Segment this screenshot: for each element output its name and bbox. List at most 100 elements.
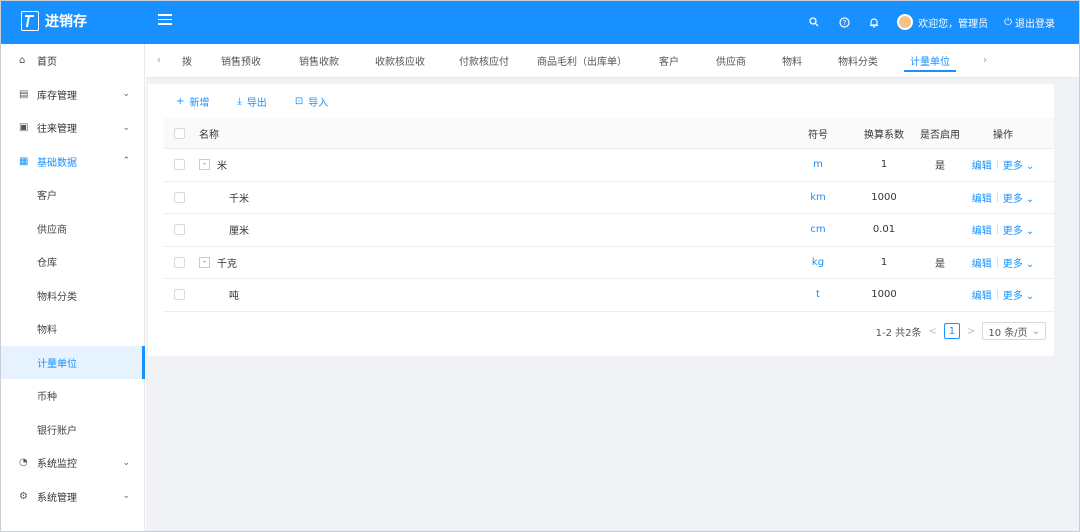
tab-item[interactable]: 物料 — [762, 44, 822, 78]
header-ops: 操作 — [993, 129, 1013, 141]
tab-item[interactable]: 拨 — [172, 44, 202, 78]
edit-link[interactable]: 编辑 — [972, 157, 992, 172]
divider — [996, 225, 998, 235]
sidebar-subitem[interactable]: 币种 — [1, 379, 144, 413]
more-label: 更多 — [1002, 226, 1023, 238]
cell-ops: 编辑 更多 ⌄ — [963, 255, 1043, 270]
help-icon[interactable]: ? — [837, 15, 851, 29]
more-link[interactable]: 更多 ⌄ — [1003, 255, 1035, 270]
more-link[interactable]: 更多 ⌄ — [1003, 157, 1035, 172]
import-button[interactable]: ⊡ 导入 — [295, 94, 328, 109]
prev-page-icon[interactable]: < — [929, 326, 937, 337]
more-link[interactable]: 更多 ⌄ — [1003, 287, 1035, 302]
row-checkbox[interactable] — [174, 159, 185, 171]
divider — [996, 257, 998, 267]
cell-name: -米 — [185, 157, 785, 172]
top-bar: 进销存 ? 欢迎您，管理员 ⏻ 退出登录 — [1, 1, 1079, 44]
cell-rate: 1000 — [871, 191, 897, 203]
content-card: + 新增 ⤓ 导出 ⊡ 导入 名称 符号 换算系数 是否启用 操作 - 米 m 1 是编辑 更多… — [148, 84, 1054, 356]
row-checkbox[interactable] — [174, 256, 185, 268]
tab-item[interactable]: 付款核应付 — [442, 44, 526, 78]
tab-item[interactable]: 供应商 — [700, 44, 762, 78]
sidebar-item-grid[interactable]: ▦ 基础数据 ⌃ — [1, 145, 144, 179]
sidebar-item-home[interactable]: ⌂ 首页 — [1, 44, 144, 78]
cell-enabled: 是 — [935, 258, 945, 270]
chevron-down-icon: ⌄ — [122, 491, 130, 502]
app-title: 进销存 — [45, 14, 87, 30]
cell-symbol: m — [813, 159, 823, 171]
sidebar-item-label: 系统监控 — [37, 459, 77, 471]
bell-icon[interactable] — [867, 15, 881, 29]
unit-name: 厘米 — [229, 226, 249, 238]
edit-link[interactable]: 编辑 — [972, 190, 992, 205]
table-row: 厘米 cm 0.01 编辑 更多 ⌄ — [164, 214, 1054, 247]
header-rate: 换算系数 — [864, 129, 904, 141]
sidebar-subitem[interactable]: 供应商 — [1, 212, 144, 246]
export-button[interactable]: ⤓ 导出 — [237, 94, 266, 109]
unit-name: 米 — [217, 161, 227, 173]
divider — [996, 290, 998, 300]
edit-link[interactable]: 编辑 — [972, 255, 992, 270]
tabs-left-icon[interactable]: ‹ — [146, 55, 172, 66]
cell-rate: 0.01 — [872, 224, 896, 236]
logout-button[interactable]: ⏻ 退出登录 — [1004, 15, 1055, 30]
select-all-checkbox[interactable] — [174, 127, 185, 139]
cell-name: 吨 — [185, 287, 785, 302]
more-link[interactable]: 更多 ⌄ — [1003, 222, 1035, 237]
sidebar-subitem[interactable]: 物料分类 — [1, 279, 144, 313]
cell-symbol: kg — [811, 256, 825, 268]
tab-item[interactable]: 销售预收 — [202, 44, 280, 78]
accounts-icon: ▣ — [19, 122, 29, 134]
page-number[interactable]: 1 — [943, 323, 960, 339]
tab-item[interactable]: 计量单位 — [894, 44, 966, 78]
cell-name: 千米 — [185, 190, 785, 205]
tab-item[interactable]: 物料分类 — [822, 44, 894, 78]
row-checkbox[interactable] — [174, 191, 185, 203]
pagination-summary: 1-2 共2条 — [875, 327, 922, 339]
row-checkbox[interactable] — [174, 289, 185, 301]
more-label: 更多 — [1002, 258, 1023, 270]
cell-ops: 编辑 更多 ⌄ — [963, 287, 1043, 302]
chevron-down-icon: ⌄ — [1022, 193, 1035, 205]
sidebar-subitem[interactable]: 仓库 — [1, 245, 144, 279]
cell-rate: 1000 — [871, 289, 897, 301]
sidebar-subitem[interactable]: 计量单位 — [1, 345, 145, 379]
table-row: - 千克 kg 1 是 编辑 更多 ⌄ — [164, 247, 1054, 279]
search-icon[interactable] — [807, 15, 821, 29]
tabs-right-icon[interactable]: › — [972, 55, 998, 66]
cell-enabled: 是 — [935, 161, 945, 173]
chevron-down-icon: ⌄ — [122, 122, 130, 133]
app-logo[interactable]: 进销存 — [21, 11, 87, 31]
tab-item[interactable]: 销售收款 — [280, 44, 358, 78]
sidebar-subitem[interactable]: 银行账户 — [1, 413, 144, 447]
sidebar-item-inventory[interactable]: ▤ 库存管理 ⌄ — [1, 78, 144, 112]
tab-item[interactable]: 客户 — [638, 44, 700, 78]
unit-table: 名称 符号 换算系数 是否启用 操作 - 米 m 1 是编辑 更多 ⌄ 千米 km 1000 编辑… — [164, 118, 1054, 312]
edit-link[interactable]: 编辑 — [972, 222, 992, 237]
logout-icon: ⏻ — [1004, 16, 1012, 28]
sidebar: ⌂ 首页 ▤ 库存管理 ⌄ ▣ 往来管理 ⌄ ▦ 基础数据 ⌃ 客户 供应商 仓库 物料分类 物料 计量单位 币种… — [1, 44, 145, 531]
tab-item[interactable]: 商品毛利（出库单） — [526, 44, 638, 78]
edit-link[interactable]: 编辑 — [972, 287, 992, 302]
page-size-select[interactable]: 10 条/页 ⌄ — [982, 322, 1046, 340]
row-checkbox[interactable] — [174, 224, 185, 236]
sidebar-subitem[interactable]: 物料 — [1, 312, 144, 346]
menu-toggle-icon[interactable] — [158, 14, 172, 27]
cell-name: - 千克 — [185, 255, 785, 270]
sidebar-item-accounts[interactable]: ▣ 往来管理 ⌄ — [1, 111, 144, 145]
header-enabled: 是否启用 — [920, 129, 960, 141]
more-link[interactable]: 更多 ⌄ — [1003, 190, 1035, 205]
collapse-icon[interactable]: - — [199, 159, 210, 171]
collapse-icon[interactable]: - — [199, 256, 210, 268]
sidebar-item-settings[interactable]: ⚙ 系统管理 ⌄ — [1, 480, 144, 514]
svg-text:?: ? — [842, 19, 846, 27]
tab-item[interactable]: 收款核应收 — [358, 44, 442, 78]
import-label: 导入 — [308, 98, 329, 109]
user-menu[interactable]: 欢迎您，管理员 — [897, 14, 988, 30]
add-button[interactable]: + 新增 — [176, 94, 209, 109]
next-page-icon[interactable]: > — [967, 326, 975, 337]
header-symbol: 符号 — [808, 129, 828, 141]
home-icon: ⌂ — [19, 55, 26, 67]
sidebar-subitem[interactable]: 客户 — [1, 178, 144, 212]
sidebar-item-gauge[interactable]: ◔ 系统监控 ⌄ — [1, 446, 144, 480]
